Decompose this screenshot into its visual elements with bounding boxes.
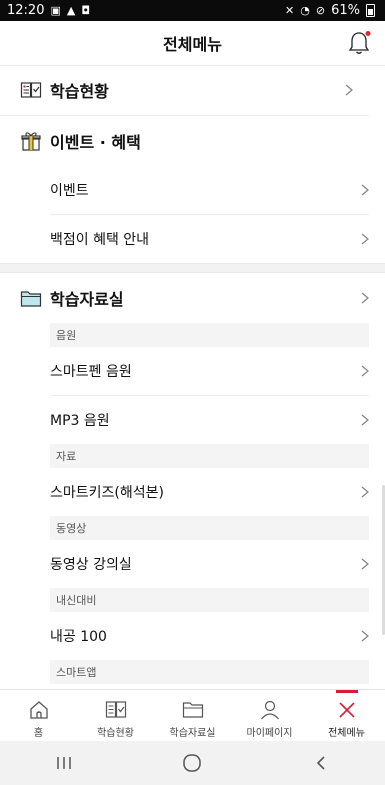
gift-icon <box>21 132 41 151</box>
chevron-right-icon <box>361 233 369 245</box>
notification-dot <box>365 31 371 36</box>
page-title: 전체메뉴 <box>163 35 222 54</box>
menu-item-mp3-audio[interactable]: MP3 음원 <box>50 396 369 444</box>
subhead-audio: 음원 <box>50 323 369 347</box>
book-icon <box>105 701 126 718</box>
chevron-right-icon <box>361 558 369 570</box>
menu-item-label: 백점이 혜택 안내 <box>50 232 150 248</box>
chevron-right-icon <box>361 365 369 377</box>
home-nav-button[interactable] <box>162 754 222 772</box>
bottom-tab-bar: 홈 학습현황 학습자료실 마이페이지 전체메뉴 <box>0 689 385 742</box>
menu-item-benefit-guide[interactable]: 백점이 혜택 안내 <box>50 215 369 263</box>
subhead-exam-prep: 내신대비 <box>50 588 369 612</box>
close-icon <box>338 702 355 718</box>
person-icon <box>260 700 279 720</box>
mute-icon: ✕ <box>285 4 295 17</box>
battery-icon <box>366 4 375 17</box>
tab-my-page[interactable]: 마이페이지 <box>231 690 308 742</box>
menu-item-label: 내공 100 <box>50 629 107 645</box>
menu-item-smartpen-audio[interactable]: 스마트펜 음원 <box>50 347 369 396</box>
bell-icon[interactable] <box>347 30 371 56</box>
menu-events-label: 이벤트 · 혜택 <box>50 133 141 152</box>
home-icon <box>29 701 48 719</box>
dnd-icon: ⊘ <box>315 4 326 17</box>
app-header: 전체메뉴 <box>0 21 385 66</box>
menu-item-naegong-100[interactable]: 내공 100 <box>50 612 369 660</box>
folder-icon <box>20 291 42 307</box>
chevron-right-icon <box>361 486 369 498</box>
status-bar: 12:20 ▣ ▲ ◘ ✕ ◔ ⊘ 61% <box>0 0 385 21</box>
subhead-video: 동영상 <box>50 516 369 540</box>
wifi-icon: ◔ <box>300 4 310 17</box>
menu-content: 학습현황 이벤트 · 혜택 이벤트 백점이 혜택 안내 학습자료실 음원 스마트… <box>0 65 385 689</box>
home-circle-icon <box>183 754 202 772</box>
tab-label: 홈 <box>33 728 44 739</box>
chevron-right-icon <box>361 292 369 304</box>
menu-item-label: 이벤트 <box>50 183 89 199</box>
menu-item-label: MP3 음원 <box>50 413 110 429</box>
menu-study-status-label: 학습현황 <box>50 82 109 101</box>
tab-all-menu[interactable]: 전체메뉴 <box>308 690 385 742</box>
back-button[interactable] <box>291 755 351 771</box>
tab-label: 학습자료실 <box>169 728 216 739</box>
tab-label: 전체메뉴 <box>328 728 365 739</box>
chevron-right-icon <box>361 184 369 196</box>
menu-item-label: 스마트펜 음원 <box>50 364 132 380</box>
recent-apps-button[interactable] <box>34 755 94 771</box>
back-icon <box>316 756 325 770</box>
folder-icon <box>182 702 203 718</box>
tab-home[interactable]: 홈 <box>0 690 77 742</box>
menu-item-video-lectures[interactable]: 동영상 강의실 <box>50 540 369 588</box>
subhead-materials: 자료 <box>50 444 369 468</box>
menu-events-header: 이벤트 · 혜택 <box>0 116 385 166</box>
subhead-smart-app: 스마트앱 <box>50 660 369 684</box>
tab-label: 학습현황 <box>97 728 134 739</box>
tab-library[interactable]: 학습자료실 <box>154 690 231 742</box>
section-divider <box>0 263 385 273</box>
menu-item-event[interactable]: 이벤트 <box>50 166 369 215</box>
image-icon: ▣ <box>50 4 61 17</box>
menu-library-label: 학습자료실 <box>50 290 124 309</box>
status-time: 12:20 <box>7 3 45 18</box>
battery-percent: 61% <box>331 3 360 18</box>
menu-item-label: 스마트키즈(해석본) <box>50 485 164 501</box>
recent-apps-icon <box>57 757 71 769</box>
menu-item-label: 동영상 강의실 <box>50 557 132 573</box>
chevron-right-icon <box>361 630 369 642</box>
warning-icon: ▲ <box>66 4 76 17</box>
chevron-right-icon <box>361 414 369 426</box>
tab-study-status[interactable]: 학습현황 <box>77 690 154 742</box>
app-notification-icon: ◘ <box>81 4 91 17</box>
chevron-right-icon <box>345 84 353 96</box>
menu-library[interactable]: 학습자료실 <box>0 273 385 323</box>
tab-label: 마이페이지 <box>246 728 293 739</box>
menu-study-status[interactable]: 학습현황 <box>0 65 369 116</box>
book-icon <box>20 82 42 98</box>
menu-item-smartkids[interactable]: 스마트키즈(해석본) <box>50 468 369 516</box>
system-nav-bar <box>0 741 385 785</box>
